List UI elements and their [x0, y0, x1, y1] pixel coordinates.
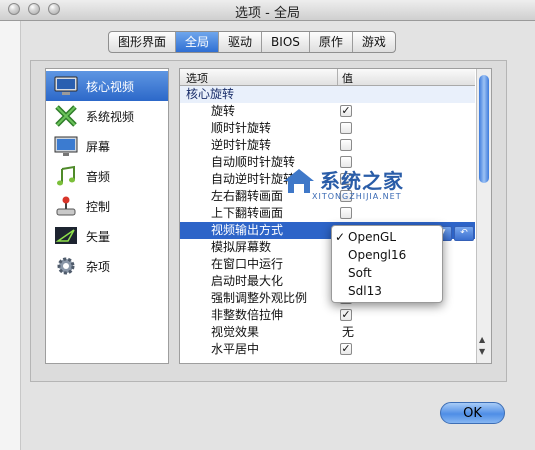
dropdown-option-opengl[interactable]: ✓ OpenGL	[332, 228, 442, 246]
option-label: Opengl16	[348, 248, 407, 262]
gear-icon	[57, 257, 75, 275]
table-row[interactable]: 逆时针旋转	[180, 137, 475, 154]
house-logo-icon	[284, 169, 314, 193]
option-label: 旋转	[211, 104, 236, 118]
monitor-icon	[54, 76, 78, 95]
option-label: 核心旋转	[186, 87, 235, 101]
dropdown-option-soft[interactable]: Soft	[332, 264, 442, 282]
video-output-dropdown-menu: ✓ OpenGL Opengl16 Soft Sdl13	[331, 225, 443, 303]
sidebar-item-label: 屏幕	[86, 139, 111, 154]
checkbox[interactable]	[340, 122, 352, 134]
checkbox[interactable]	[340, 207, 352, 219]
table-header: 选项 值	[180, 69, 475, 86]
watermark-title: 系统之家	[320, 169, 404, 193]
checkbox-checked[interactable]: ✓	[340, 105, 352, 117]
vertical-scrollbar[interactable]: ▲ ▼	[476, 69, 491, 363]
sidebar-item-misc[interactable]: 杂项	[46, 251, 168, 281]
title-bar[interactable]: 选项 - 全局	[0, 0, 535, 21]
column-header-value[interactable]: 值	[342, 70, 353, 86]
options-table: 选项 值 核心旋转 旋转 ✓ 顺时针旋转 逆时针旋转 自动顺时针旋转 自动逆时针旋转 左右翻转…	[179, 68, 492, 364]
table-row[interactable]: 上下翻转画面	[180, 205, 475, 222]
options-window: 选项 - 全局 图形界面 全局 驱动 BIOS 原作 游戏 核心视频 系统视频	[0, 0, 535, 450]
table-row[interactable]: 水平居中 ✓	[180, 341, 475, 358]
option-label: OpenGL	[348, 230, 397, 244]
sidebar-item-label: 系统视频	[86, 109, 135, 124]
checkbox-checked[interactable]: ✓	[340, 309, 352, 321]
option-value: 无	[342, 325, 355, 339]
option-label: 上下翻转画面	[211, 206, 284, 220]
sidebar-item-label: 音频	[86, 169, 111, 184]
option-label: 视觉效果	[211, 325, 260, 339]
option-label: 左右翻转画面	[211, 189, 284, 203]
sidebar-item-system-video[interactable]: 系统视频	[46, 101, 168, 131]
checkbox[interactable]	[340, 139, 352, 151]
table-row[interactable]: 顺时针旋转	[180, 120, 475, 137]
sidebar-item-core-video[interactable]: 核心视频	[46, 71, 168, 101]
tab-bar: 图形界面 全局 驱动 BIOS 原作 游戏	[108, 31, 396, 53]
option-label: 水平居中	[211, 342, 260, 356]
column-divider	[337, 69, 338, 85]
dropdown-option-sdl13[interactable]: Sdl13	[332, 282, 442, 300]
tab-global[interactable]: 全局	[176, 32, 220, 52]
option-label: 启动时最大化	[211, 274, 284, 288]
option-label: 强制调整外观比例	[211, 291, 308, 305]
option-label: 逆时针旋转	[211, 138, 272, 152]
checkmark-icon: ✓	[335, 230, 346, 244]
checkbox-checked[interactable]: ✓	[340, 343, 352, 355]
x-logo-icon	[55, 105, 77, 127]
watermark-logo: 系统之家 XITONGZHIJIA.NET	[282, 163, 422, 203]
option-label: 视频输出方式	[211, 223, 284, 237]
option-label: Sdl13	[348, 284, 382, 298]
scrollbar-thumb[interactable]	[479, 75, 489, 183]
table-group-row[interactable]: 核心旋转	[180, 86, 475, 103]
ok-button[interactable]: OK	[440, 402, 505, 424]
sidebar-item-control[interactable]: 控制	[46, 191, 168, 221]
joystick-icon	[56, 196, 76, 216]
option-label: 在窗口中运行	[211, 257, 284, 271]
window-title: 选项 - 全局	[235, 6, 300, 21]
scroll-down-arrow-icon[interactable]: ▼	[479, 347, 485, 356]
screen-icon	[54, 136, 78, 156]
sidebar-item-label: 核心视频	[86, 79, 135, 94]
sidebar-item-vector[interactable]: 矢量	[46, 221, 168, 251]
sidebar-item-audio[interactable]: 音频	[46, 161, 168, 191]
dropdown-option-opengl16[interactable]: Opengl16	[332, 246, 442, 264]
tab-games[interactable]: 游戏	[353, 32, 395, 52]
vector-icon	[55, 227, 77, 244]
tab-source[interactable]: 原作	[310, 32, 353, 52]
watermark-subtitle: XITONGZHIJIA.NET	[312, 192, 402, 201]
tab-bios[interactable]: BIOS	[262, 32, 310, 52]
scroll-up-arrow-icon[interactable]: ▲	[479, 335, 485, 344]
table-row[interactable]: 视觉效果 无	[180, 324, 475, 341]
music-note-icon	[57, 165, 75, 186]
table-row[interactable]: 旋转 ✓	[180, 103, 475, 120]
reset-value-button[interactable]: ↶	[454, 226, 474, 241]
background-document-strip	[0, 21, 21, 450]
option-label: 非整数倍拉伸	[211, 308, 284, 322]
column-header-option[interactable]: 选项	[186, 70, 208, 86]
sidebar-item-label: 控制	[86, 199, 111, 214]
table-row[interactable]: 非整数倍拉伸 ✓	[180, 307, 475, 324]
option-label: Soft	[348, 266, 372, 280]
tab-graphics-ui[interactable]: 图形界面	[109, 32, 177, 52]
sidebar-item-screen[interactable]: 屏幕	[46, 131, 168, 161]
option-label: 模拟屏幕数	[211, 240, 272, 254]
tab-drivers[interactable]: 驱动	[219, 32, 263, 52]
sidebar-item-label: 矢量	[86, 229, 111, 244]
option-label: 顺时针旋转	[211, 121, 272, 135]
sidebar-item-label: 杂项	[86, 259, 111, 274]
category-sidebar: 核心视频 系统视频 屏幕 音频 控制 矢量 杂项	[45, 68, 169, 364]
